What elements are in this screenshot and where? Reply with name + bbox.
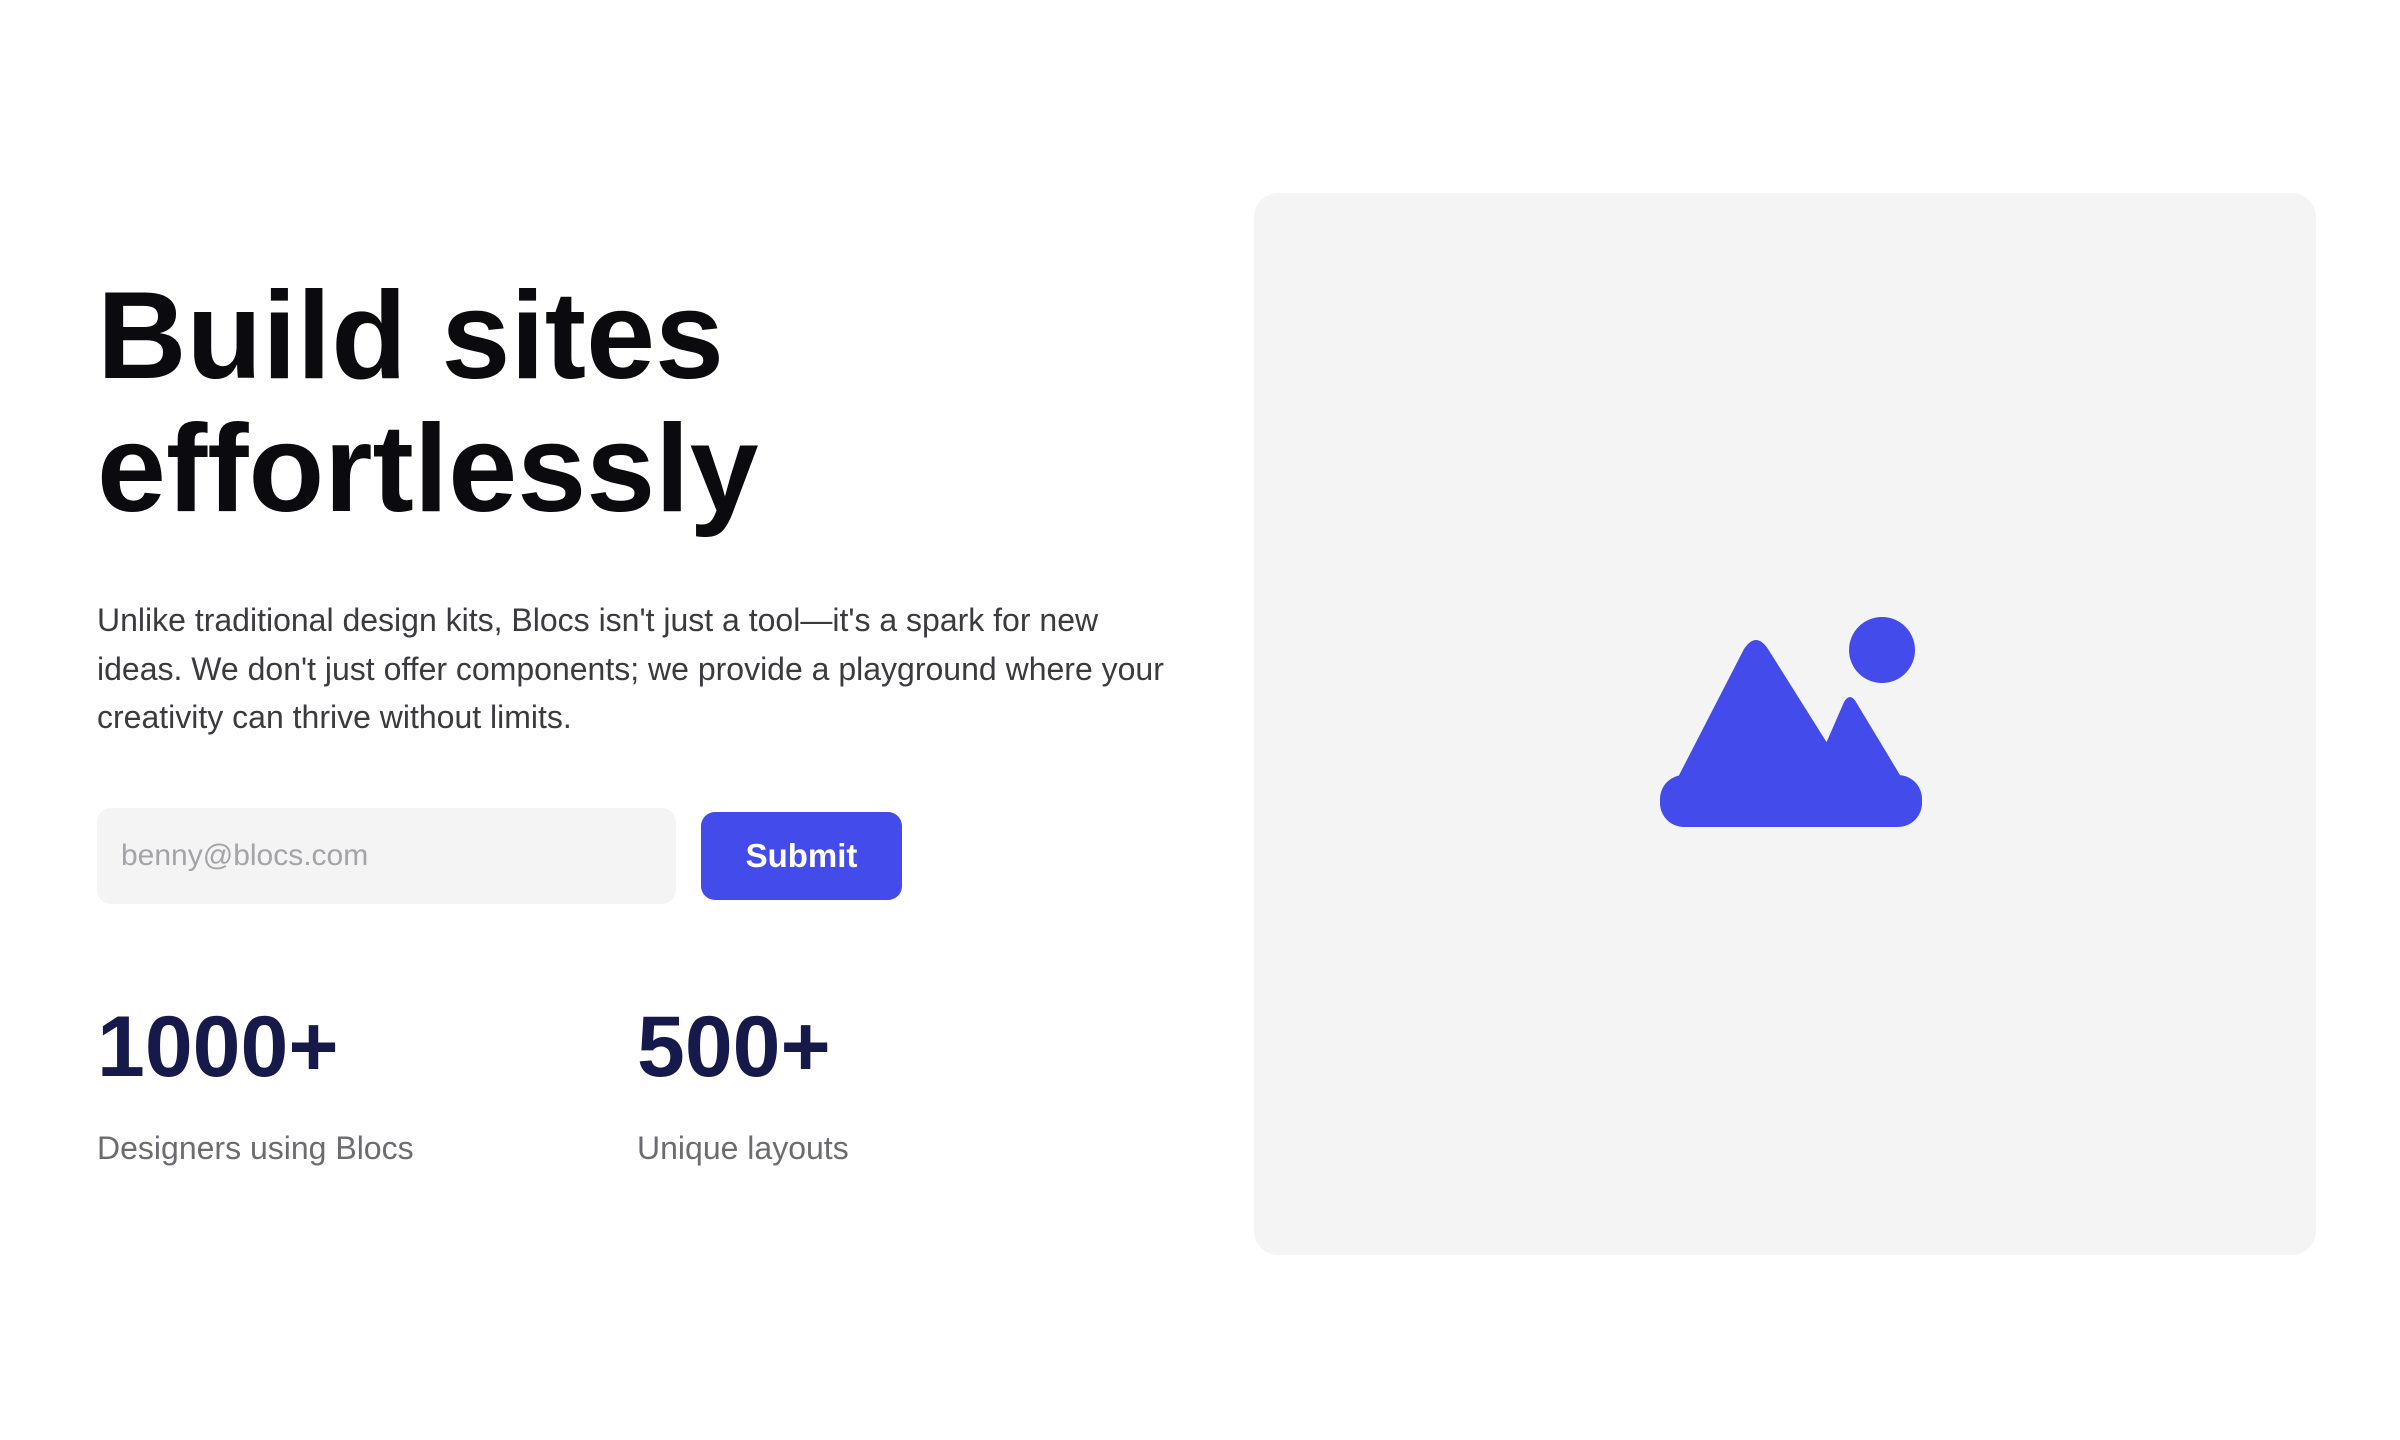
headline-line-1: Build sites — [97, 267, 725, 405]
stat-value: 500+ — [637, 998, 831, 1095]
stat-designers: 1000+ Designers using Blocs — [97, 1002, 637, 1168]
submit-button[interactable]: Submit — [701, 811, 902, 900]
stats-row: 1000+ Designers using Blocs 500+ Unique … — [97, 1002, 1177, 1168]
stat-layouts: 500+ Unique layouts — [637, 1002, 1177, 1168]
stat-value: 1000+ — [97, 998, 339, 1095]
image-placeholder — [1254, 193, 2316, 1255]
signup-form: Submit — [97, 807, 1177, 904]
hero-description: Unlike traditional design kits, Blocs is… — [97, 602, 1164, 735]
hero-section: Build sites effortlessly Unlike traditio… — [0, 0, 2400, 1440]
stat-label: Designers using Blocs — [97, 1129, 414, 1166]
email-field[interactable] — [97, 807, 676, 904]
stat-label: Unique layouts — [637, 1129, 849, 1166]
image-placeholder-icon — [1660, 617, 1922, 827]
headline-line-2: effortlessly — [97, 400, 759, 538]
hero-content: Build sites effortlessly Unlike traditio… — [97, 270, 1177, 1168]
page-title: Build sites effortlessly — [97, 270, 1177, 536]
